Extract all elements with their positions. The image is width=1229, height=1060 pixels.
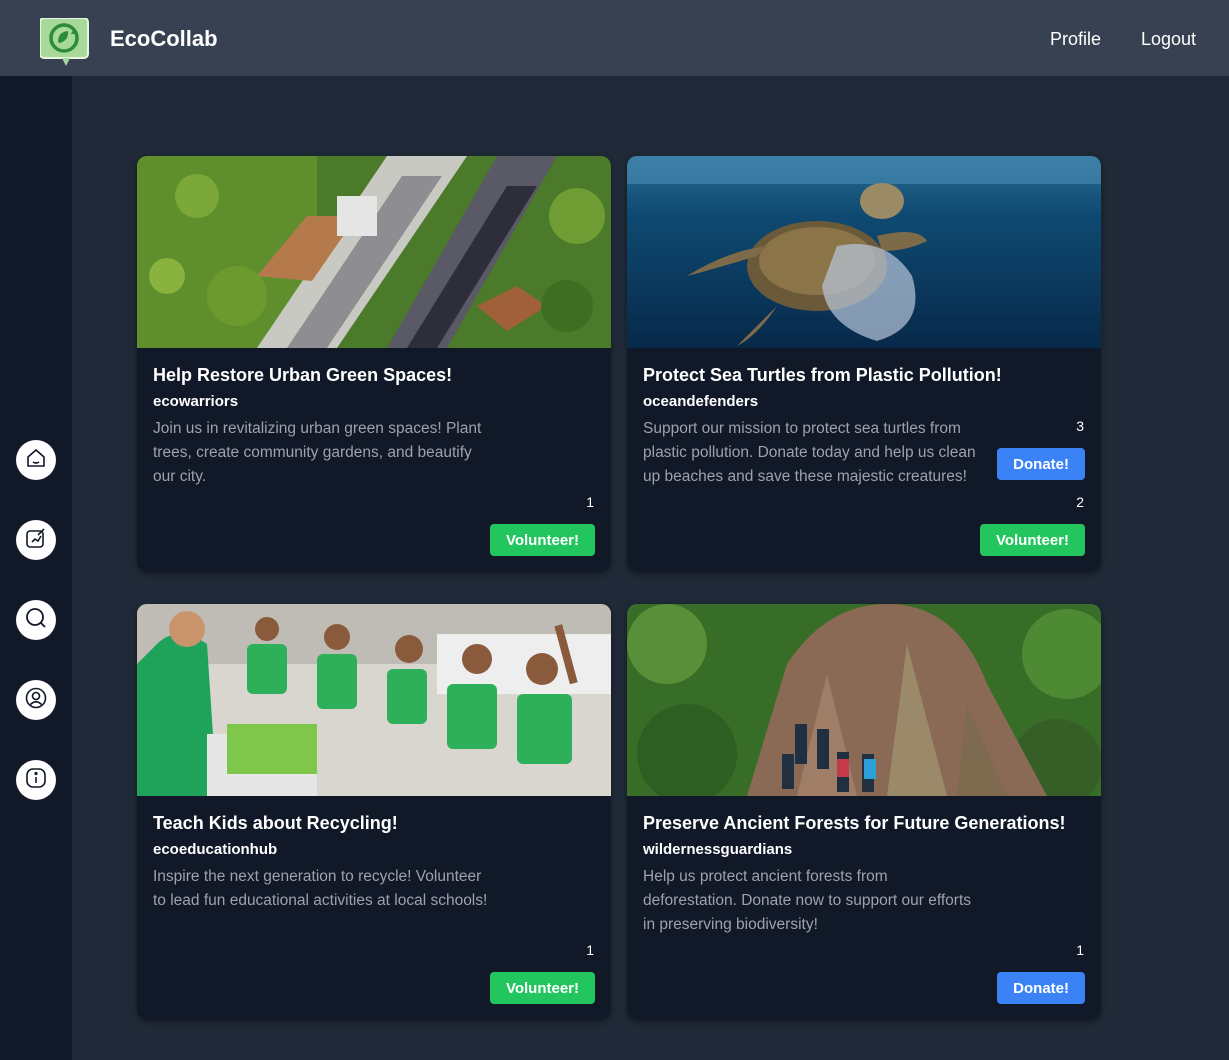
post-image-ancient-forest	[627, 604, 1101, 796]
post-image-sea-turtle	[627, 156, 1101, 348]
post-card: Preserve Ancient Forests for Future Gene…	[627, 604, 1101, 1020]
user-icon	[24, 686, 48, 715]
post-author[interactable]: oceandefenders	[643, 393, 758, 410]
donate-count: 3	[1076, 418, 1084, 434]
post-author[interactable]: ecowarriors	[153, 393, 238, 410]
post-title: Teach Kids about Recycling!	[153, 813, 398, 833]
home-icon	[24, 446, 48, 475]
post-title: Help Restore Urban Green Spaces!	[153, 365, 453, 385]
post-description: Join us in revitalizing urban green spac…	[153, 420, 482, 485]
post-description: Help us protect ancient forests from def…	[643, 868, 971, 933]
sidebar-item-create[interactable]	[16, 520, 56, 560]
volunteer-count: 1	[586, 942, 594, 958]
post-card: Help Restore Urban Green Spaces! ecowarr…	[137, 156, 611, 572]
post-image-kids-recycling	[137, 604, 611, 796]
post-card: Protect Sea Turtles from Plastic Polluti…	[627, 156, 1101, 572]
sidebar-item-profile[interactable]	[16, 680, 56, 720]
post-author[interactable]: wildernessguardians	[643, 841, 792, 858]
top-navigation-bar: EcoCollab Profile Logout	[0, 0, 1229, 76]
post-description: Support our mission to protect sea turtl…	[643, 420, 976, 485]
sidebar-item-home[interactable]	[16, 440, 56, 480]
volunteer-count: 2	[1076, 494, 1084, 510]
donate-count: 1	[1076, 942, 1084, 958]
search-icon	[24, 606, 48, 635]
post-card: Teach Kids about Recycling! ecoeducation…	[137, 604, 611, 1020]
post-image-urban-green	[137, 156, 611, 348]
volunteer-button[interactable]: Volunteer!	[489, 972, 595, 1004]
post-title: Preserve Ancient Forests for Future Gene…	[643, 813, 1066, 833]
post-title: Protect Sea Turtles from Plastic Polluti…	[643, 365, 1002, 385]
info-icon	[24, 766, 48, 795]
brand-name[interactable]: EcoCollab	[110, 26, 218, 52]
donate-button[interactable]: Donate!	[997, 448, 1085, 480]
sidebar	[0, 76, 72, 1060]
logout-link[interactable]: Logout	[1141, 29, 1196, 50]
donate-button[interactable]: Donate!	[997, 972, 1085, 1004]
create-post-icon	[24, 526, 48, 555]
volunteer-button[interactable]: Volunteer!	[489, 524, 595, 556]
volunteer-button[interactable]: Volunteer!	[979, 524, 1085, 556]
post-author[interactable]: ecoeducationhub	[153, 841, 277, 858]
profile-link[interactable]: Profile	[1050, 29, 1101, 50]
sidebar-item-search[interactable]	[16, 600, 56, 640]
volunteer-count: 1	[586, 494, 594, 510]
post-description: Inspire the next generation to recycle! …	[153, 868, 488, 909]
ecocollab-logo-icon[interactable]	[39, 17, 90, 68]
sidebar-item-info[interactable]	[16, 760, 56, 800]
